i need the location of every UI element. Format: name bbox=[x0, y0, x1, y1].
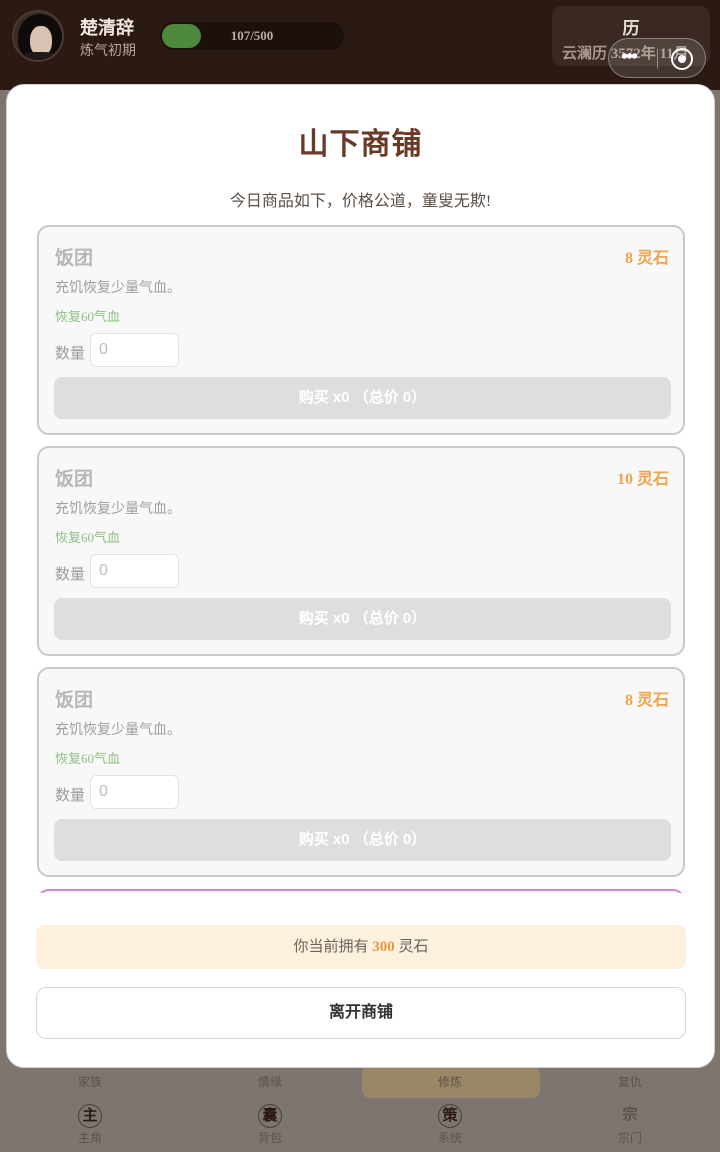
nav-item-bag[interactable]: 囊 背包 bbox=[210, 1104, 330, 1146]
modal-title: 山下商铺 bbox=[298, 128, 423, 161]
nav-label: 主角 bbox=[77, 1131, 102, 1145]
item-effect: 恢复60气血 bbox=[55, 530, 121, 545]
item-price: 8 灵石 bbox=[624, 692, 669, 709]
player-name: 楚清辞 bbox=[80, 18, 134, 38]
shop-item-card: 饭团 8 灵石 充饥恢复少量气血。 恢复60气血 数量 购买 x0 （总价 0） bbox=[37, 225, 685, 435]
buy-button[interactable]: 购买 x0 （总价 0） bbox=[54, 377, 671, 419]
shop-item-card: 饭团 8 灵石 充饥恢复少量气血。 恢复60气血 数量 购买 x0 （总价 0） bbox=[37, 667, 685, 877]
quantity-input[interactable] bbox=[90, 333, 179, 367]
protagonist-icon: 主 bbox=[78, 1104, 102, 1128]
item-description: 充饥恢复少量气血。 bbox=[55, 723, 181, 738]
sect-icon: 宗 bbox=[622, 1107, 638, 1123]
nav-label: 修炼 bbox=[437, 1075, 462, 1089]
modal-subtitle: 今日商品如下，价格公道，童叟无欺! bbox=[229, 193, 492, 210]
top-status-bar: 楚清辞 炼气初期 107/500 历 云澜历 3572年 11月 ••• bbox=[0, 0, 720, 90]
nav-item-system[interactable]: 策 系统 bbox=[390, 1104, 510, 1146]
nav-item-sect[interactable]: 宗 宗门 bbox=[570, 1104, 690, 1146]
nav-item-protagonist[interactable]: 主 主角 bbox=[30, 1104, 150, 1146]
item-description: 充饥恢复少量气血。 bbox=[55, 281, 181, 296]
balance-bar: 你当前拥有 300 灵石 bbox=[36, 925, 686, 969]
balance-unit: 灵石 bbox=[398, 939, 429, 955]
nav-item-revenge[interactable]: 复仇 bbox=[570, 1072, 690, 1090]
item-description: 充饥恢复少量气血。 bbox=[55, 502, 181, 517]
item-name: 饭团 bbox=[55, 469, 94, 490]
balance-amount: 300 bbox=[372, 939, 395, 955]
quantity-label: 数量 bbox=[55, 567, 86, 583]
nav-label: 系统 bbox=[437, 1131, 462, 1145]
item-name: 饭团 bbox=[55, 248, 94, 269]
player-realm: 炼气初期 bbox=[80, 44, 136, 59]
buy-button[interactable]: 购买 x0 （总价 0） bbox=[54, 819, 671, 861]
capsule-divider bbox=[657, 49, 658, 69]
hp-bar: 107/500 bbox=[160, 22, 344, 50]
miniprogram-capsule: ••• bbox=[608, 38, 706, 78]
item-effect: 恢复60气血 bbox=[55, 309, 121, 324]
shop-item-list[interactable]: 饭团 8 灵石 充饥恢复少量气血。 恢复60气血 数量 购买 x0 （总价 0）… bbox=[36, 225, 688, 893]
more-dots-icon[interactable]: ••• bbox=[621, 47, 651, 69]
target-close-icon[interactable] bbox=[671, 48, 693, 70]
calendar-char: 历 bbox=[622, 19, 640, 38]
nav-label: 家族 bbox=[77, 1075, 102, 1089]
nav-label: 情缘 bbox=[257, 1075, 282, 1089]
leave-shop-button[interactable]: 离开商铺 bbox=[36, 987, 686, 1039]
system-icon: 策 bbox=[438, 1104, 462, 1128]
shop-item-card-partial bbox=[37, 889, 685, 893]
hp-text: 107/500 bbox=[230, 28, 274, 43]
bottom-navigation: 家族 情缘 修炼 复仇 主 主角 囊 背包 策 系统 宗 宗门 bbox=[0, 1060, 720, 1152]
nav-item-romance[interactable]: 情缘 bbox=[210, 1072, 330, 1090]
quantity-label: 数量 bbox=[55, 346, 86, 362]
item-price: 8 灵石 bbox=[624, 250, 669, 267]
item-name: 饭团 bbox=[55, 690, 94, 711]
bag-icon: 囊 bbox=[258, 1104, 282, 1128]
shop-item-card: 饭团 10 灵石 充饥恢复少量气血。 恢复60气血 数量 购买 x0 （总价 0… bbox=[37, 446, 685, 656]
buy-button[interactable]: 购买 x0 （总价 0） bbox=[54, 598, 671, 640]
quantity-input[interactable] bbox=[90, 554, 179, 588]
nav-item-cultivate[interactable]: 修炼 bbox=[390, 1072, 510, 1090]
item-price: 10 灵石 bbox=[616, 471, 669, 488]
player-avatar[interactable] bbox=[12, 10, 64, 62]
item-effect: 恢复60气血 bbox=[55, 751, 121, 766]
nav-item-family[interactable]: 家族 bbox=[30, 1072, 150, 1090]
balance-prefix: 你当前拥有 bbox=[293, 939, 369, 955]
quantity-label: 数量 bbox=[55, 788, 86, 804]
nav-label: 复仇 bbox=[617, 1075, 642, 1089]
nav-label: 背包 bbox=[257, 1131, 282, 1145]
shop-modal: 山下商铺 今日商品如下，价格公道，童叟无欺! 饭团 8 灵石 充饥恢复少量气血。… bbox=[6, 84, 715, 1068]
quantity-input[interactable] bbox=[90, 775, 179, 809]
nav-label: 宗门 bbox=[617, 1131, 642, 1145]
